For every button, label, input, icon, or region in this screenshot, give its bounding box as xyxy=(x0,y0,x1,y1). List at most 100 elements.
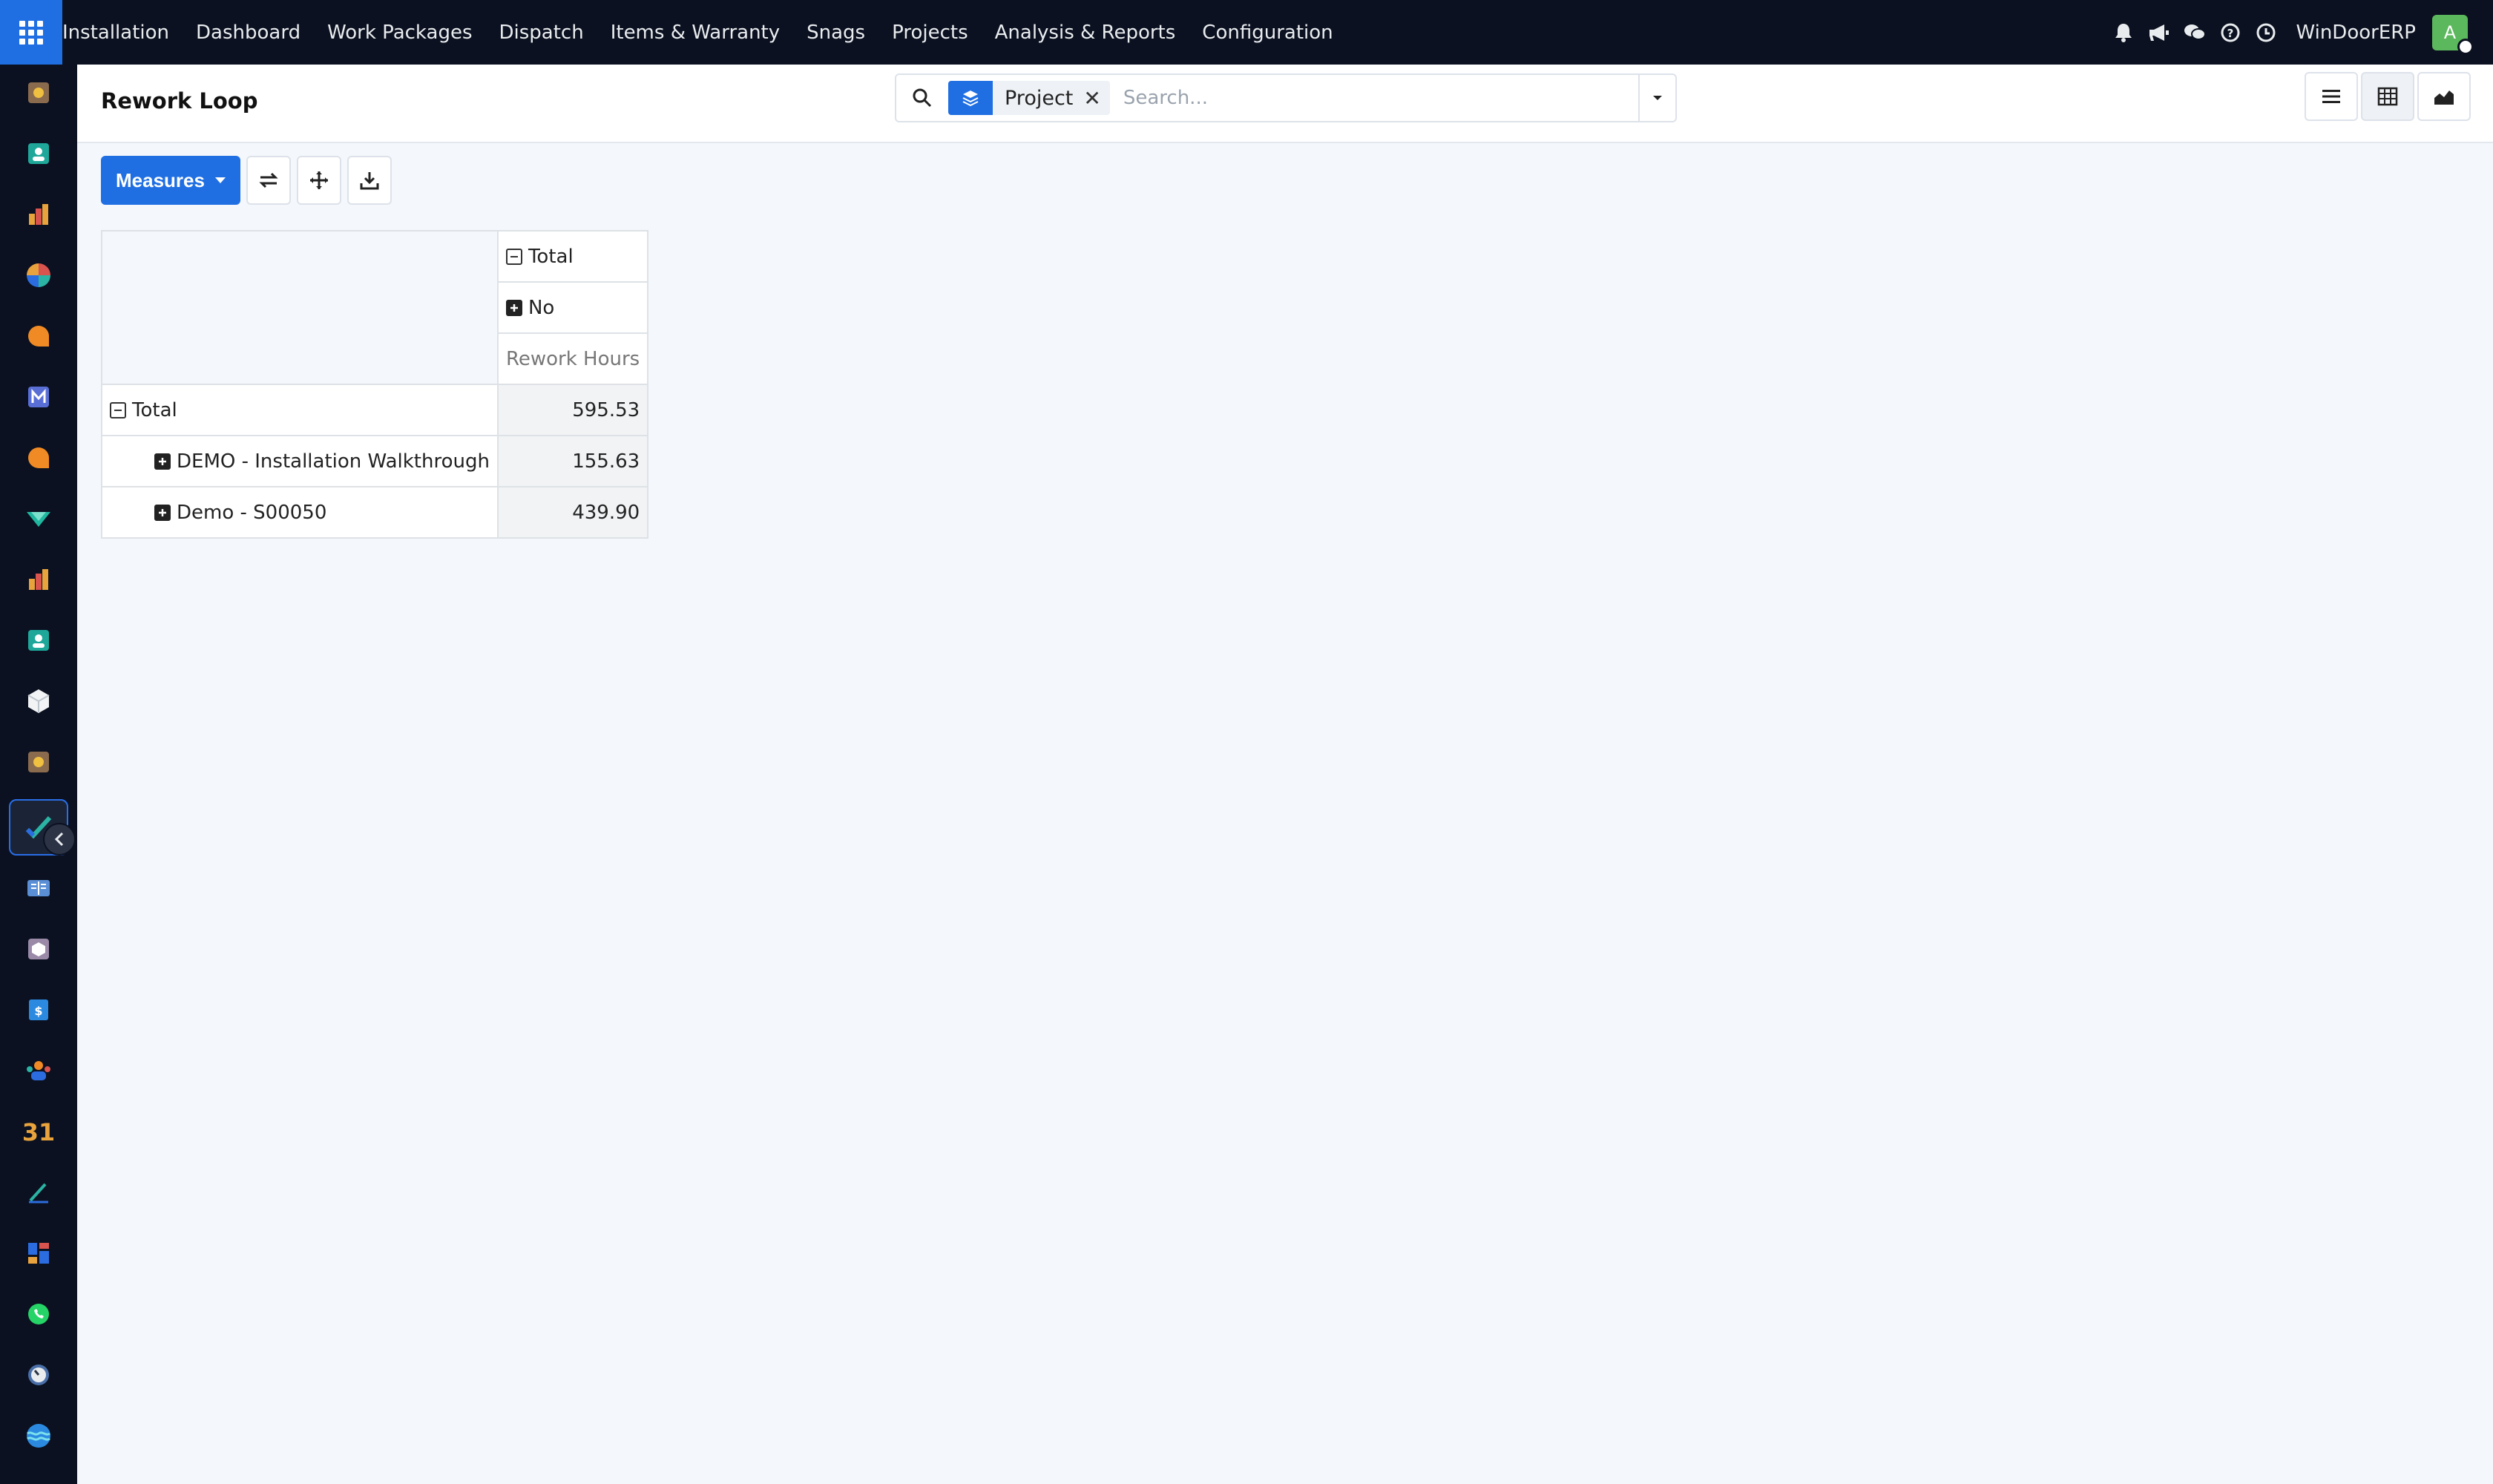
list-view-button[interactable] xyxy=(2305,72,2358,121)
search-input[interactable] xyxy=(1109,76,1638,120)
table-row: Demo - S00050 439.90 xyxy=(101,486,649,539)
menu-item-snags[interactable]: Snags xyxy=(793,0,878,65)
app-icon-whatsapp[interactable] xyxy=(9,1286,68,1342)
app-icon-team[interactable] xyxy=(9,1043,68,1099)
app-icon-employees[interactable] xyxy=(9,612,68,669)
chevron-left-icon xyxy=(54,832,64,847)
caret-down-icon xyxy=(214,177,226,183)
measures-label: Measures xyxy=(116,168,205,191)
megaphone-icon[interactable] xyxy=(2141,0,2177,65)
search-facet-project: Project ✕ xyxy=(948,81,1110,115)
app-icon-chat[interactable] xyxy=(9,430,68,486)
table-icon xyxy=(2377,87,2398,106)
pivot-cell[interactable]: 155.63 xyxy=(496,435,649,487)
app-icon-dashboards[interactable] xyxy=(9,1225,68,1281)
app-icon-waves[interactable] xyxy=(9,1408,68,1464)
graph-view-button[interactable] xyxy=(2417,72,2471,121)
sidebar-collapse-toggle[interactable] xyxy=(43,823,76,856)
app-icon-discuss[interactable] xyxy=(9,308,68,364)
menu-item-dispatch[interactable]: Dispatch xyxy=(486,0,597,65)
menu-item-analysis-reports[interactable]: Analysis & Reports xyxy=(982,0,1189,65)
app-sidebar: $ 31 xyxy=(0,65,77,1484)
area-chart-icon xyxy=(2434,91,2454,105)
row-header-label: DEMO - Installation Walkthrough xyxy=(177,450,490,473)
expand-icon xyxy=(154,453,171,470)
pivot-table: Total No Rework Hours Total 595.53 DEMO … xyxy=(101,230,649,539)
page-title[interactable]: Rework Loop xyxy=(101,88,257,114)
bell-icon[interactable] xyxy=(2106,0,2141,65)
row-header-label: Total xyxy=(132,398,177,421)
clock-icon[interactable] xyxy=(2248,0,2284,65)
systray: ? WinDoorERP A xyxy=(2106,0,2493,65)
app-icon-sign-pen[interactable] xyxy=(9,1164,68,1221)
app-icon-pie[interactable] xyxy=(9,247,68,303)
app-icon-knowledge[interactable] xyxy=(9,860,68,916)
chat-icon[interactable] xyxy=(2177,0,2213,65)
app-icon-reports[interactable] xyxy=(9,186,68,243)
app-icon-timer[interactable] xyxy=(9,1347,68,1403)
col-header-no[interactable]: No xyxy=(496,281,649,334)
app-icon-inventory[interactable] xyxy=(9,673,68,729)
svg-text:?: ? xyxy=(2227,27,2234,40)
control-panel: Rework Loop Project ✕ xyxy=(77,65,2493,143)
facet-remove-icon[interactable]: ✕ xyxy=(1083,86,1109,111)
pivot-cell[interactable]: 595.53 xyxy=(496,384,649,436)
download-button[interactable] xyxy=(346,156,392,205)
search-bar: Project ✕ xyxy=(895,73,1677,122)
help-icon[interactable]: ? xyxy=(2213,0,2248,65)
svg-text:$: $ xyxy=(34,1004,42,1018)
app-icon-mail[interactable] xyxy=(9,369,68,425)
app-icon-package[interactable] xyxy=(9,921,68,977)
menu-item-installation[interactable]: Installation xyxy=(62,0,183,65)
measure-header-rework-hours[interactable]: Rework Hours xyxy=(496,332,649,385)
col-header-total[interactable]: Total xyxy=(496,230,649,283)
layers-icon xyxy=(948,81,993,115)
facet-label: Project xyxy=(1005,86,1074,110)
menu-item-dashboard[interactable]: Dashboard xyxy=(183,0,314,65)
presence-indicator xyxy=(2457,38,2474,55)
row-header-s00050[interactable]: Demo - S00050 xyxy=(101,486,499,539)
collapse-icon xyxy=(110,401,126,418)
svg-text:31: 31 xyxy=(24,1119,53,1144)
expand-all-button[interactable] xyxy=(296,156,341,205)
avatar[interactable]: A xyxy=(2432,14,2474,55)
search-icon[interactable] xyxy=(896,88,948,108)
arrows-icon xyxy=(309,171,328,189)
table-row: DEMO - Installation Walkthrough 155.63 xyxy=(101,435,649,487)
download-icon xyxy=(360,172,379,190)
pivot-corner xyxy=(101,230,499,384)
app-icon-chart[interactable] xyxy=(9,551,68,608)
pivot-cell[interactable]: 439.90 xyxy=(496,486,649,539)
pivot-view-button[interactable] xyxy=(2361,72,2414,121)
table-row: Total 595.53 xyxy=(101,384,649,436)
col-header-no-label: No xyxy=(528,296,555,319)
app-icon-invoicing[interactable]: $ xyxy=(9,982,68,1038)
app-icon-calendar[interactable]: 31 xyxy=(9,1103,68,1160)
search-options-toggle[interactable] xyxy=(1638,75,1675,121)
list-icon xyxy=(2322,90,2340,103)
expand-icon xyxy=(154,504,171,521)
app-icon-contacts[interactable] xyxy=(9,125,68,182)
exchange-icon xyxy=(259,172,278,188)
caret-down-icon xyxy=(1653,96,1662,100)
flip-axis-button[interactable] xyxy=(246,156,291,205)
company-name[interactable]: WinDoorERP xyxy=(2284,22,2432,44)
row-header-label: Demo - S00050 xyxy=(177,501,327,524)
pivot-toolbar: Measures xyxy=(101,156,392,205)
menu-item-configuration[interactable]: Configuration xyxy=(1189,0,1346,65)
row-header-installation-walkthrough[interactable]: DEMO - Installation Walkthrough xyxy=(101,435,499,487)
menu-item-projects[interactable]: Projects xyxy=(878,0,982,65)
app-icon-sign[interactable] xyxy=(9,490,68,547)
row-header-total[interactable]: Total xyxy=(101,384,499,436)
menu-item-items-warranty[interactable]: Items & Warranty xyxy=(597,0,793,65)
collapse-icon xyxy=(505,248,522,265)
menu-item-work-packages[interactable]: Work Packages xyxy=(314,0,485,65)
view-switcher xyxy=(2305,72,2471,121)
measures-button[interactable]: Measures xyxy=(101,156,240,205)
app-icon-art[interactable] xyxy=(9,65,68,121)
app-icon-studio[interactable] xyxy=(9,734,68,790)
app-menu-button[interactable] xyxy=(0,0,62,65)
col-header-total-label: Total xyxy=(528,245,574,268)
avatar-letter: A xyxy=(2443,22,2457,43)
expand-icon xyxy=(505,299,522,316)
